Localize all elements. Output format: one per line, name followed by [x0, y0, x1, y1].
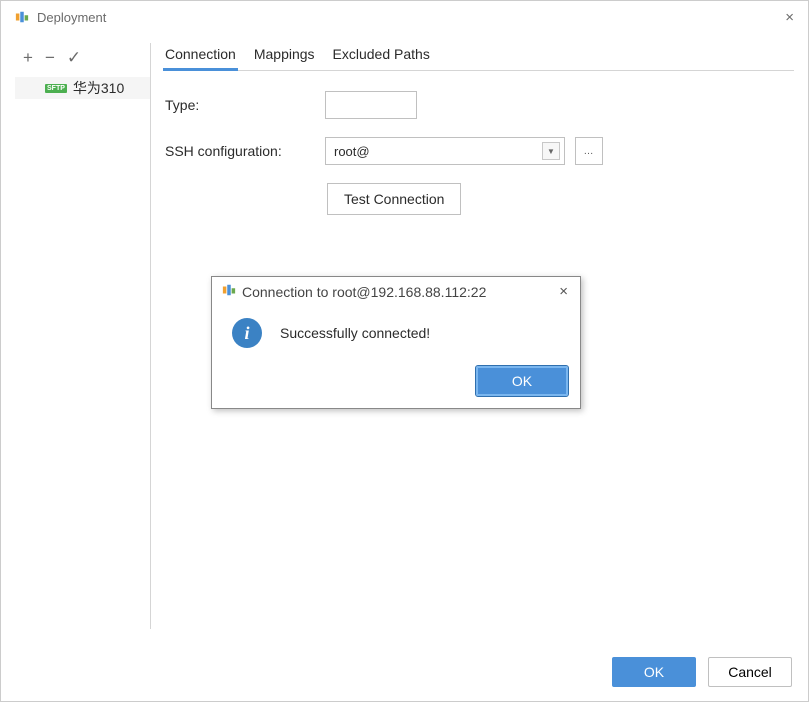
popup-titlebar: Connection to root@192.168.88.112:22 ×	[212, 277, 580, 304]
server-toolbar: + − ✓	[15, 43, 150, 71]
sftp-badge-icon: SFTP	[45, 84, 67, 93]
app-icon	[15, 10, 29, 24]
type-label: Type:	[165, 97, 315, 113]
type-row: Type:	[165, 91, 784, 119]
ssh-config-dropdown[interactable]: root@ ▼	[325, 137, 565, 165]
popup-body: i Successfully connected!	[212, 304, 580, 356]
ssh-row: SSH configuration: root@ ▼ …	[165, 137, 784, 165]
server-item[interactable]: SFTP 华为310	[15, 77, 150, 99]
test-connection-button[interactable]: Test Connection	[327, 183, 461, 215]
type-field[interactable]	[325, 91, 417, 119]
popup-close-button[interactable]: ×	[555, 283, 572, 300]
popup-message: Successfully connected!	[280, 325, 430, 341]
connection-result-popup: Connection to root@192.168.88.112:22 × i…	[211, 276, 581, 409]
server-name: 华为310	[73, 78, 124, 98]
server-panel: + − ✓ SFTP 华为310	[15, 43, 151, 629]
add-server-button[interactable]: +	[23, 49, 33, 66]
connection-form: Type: SSH configuration: root@ ▼ … Test …	[163, 71, 794, 225]
tabs: Connection Mappings Excluded Paths	[163, 43, 794, 71]
dialog-footer: OK Cancel	[1, 643, 808, 701]
ssh-label: SSH configuration:	[165, 143, 315, 159]
chevron-down-icon[interactable]: ▼	[542, 142, 560, 160]
server-list: SFTP 华为310	[15, 71, 150, 629]
ok-button[interactable]: OK	[612, 657, 696, 687]
cancel-button[interactable]: Cancel	[708, 657, 792, 687]
tab-excluded-paths[interactable]: Excluded Paths	[331, 42, 432, 71]
app-icon	[222, 283, 236, 300]
set-default-button[interactable]: ✓	[67, 49, 81, 66]
remove-server-button[interactable]: −	[45, 49, 55, 66]
ssh-browse-button[interactable]: …	[575, 137, 603, 165]
popup-ok-button[interactable]: OK	[476, 366, 568, 396]
tab-mappings[interactable]: Mappings	[252, 42, 317, 71]
ssh-value: root@	[334, 144, 370, 159]
popup-footer: OK	[212, 356, 580, 408]
window-title: Deployment	[37, 10, 781, 25]
popup-title: Connection to root@192.168.88.112:22	[242, 284, 555, 300]
tab-connection[interactable]: Connection	[163, 42, 238, 71]
info-icon: i	[232, 318, 262, 348]
window-close-button[interactable]: ×	[781, 9, 798, 26]
titlebar: Deployment ×	[1, 1, 808, 33]
